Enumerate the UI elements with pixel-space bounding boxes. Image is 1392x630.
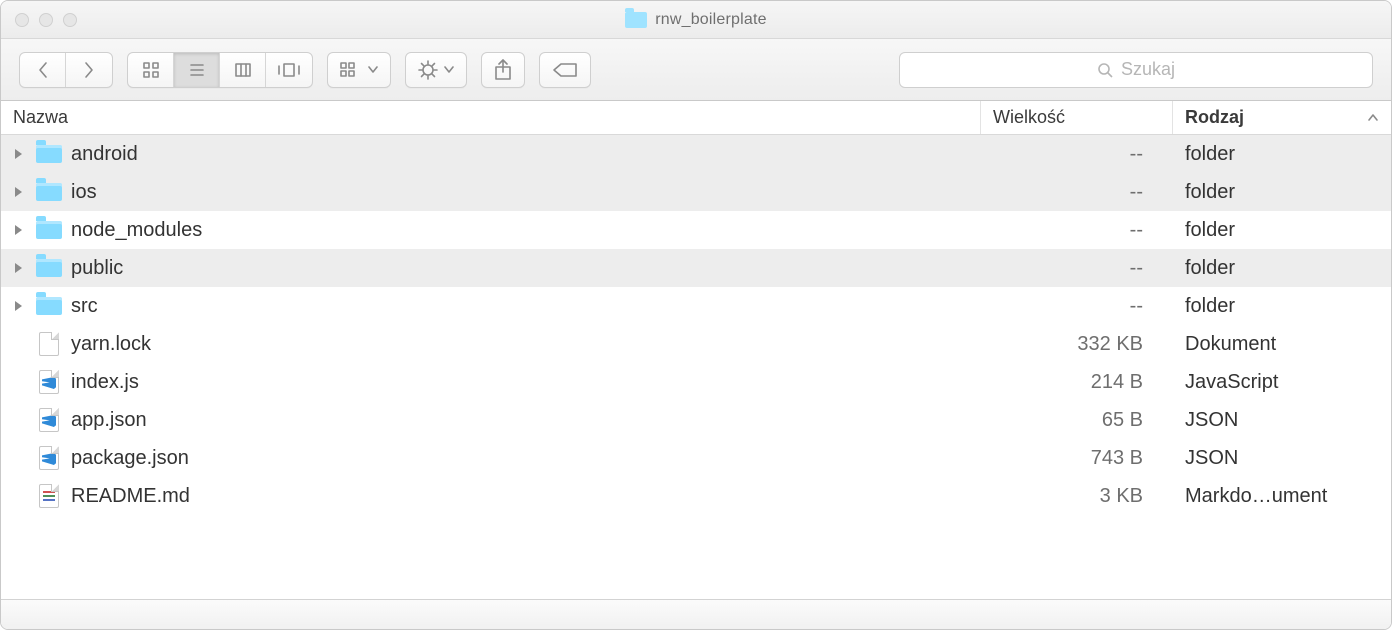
disclosure-triangle[interactable] bbox=[1, 186, 35, 198]
file-row[interactable]: package.json743 BJSON bbox=[1, 439, 1391, 477]
back-button[interactable] bbox=[20, 53, 66, 87]
nav-back-forward bbox=[19, 52, 113, 88]
file-row[interactable]: index.js214 BJavaScript bbox=[1, 363, 1391, 401]
file-size: -- bbox=[981, 295, 1173, 318]
column-view-button[interactable] bbox=[220, 53, 266, 87]
file-size: 65 B bbox=[981, 409, 1173, 432]
code-file-icon bbox=[35, 370, 63, 394]
folder-icon bbox=[625, 12, 647, 28]
file-kind: Dokument bbox=[1173, 333, 1391, 356]
file-kind: folder bbox=[1173, 295, 1391, 318]
finder-window: rnw_boilerplate bbox=[0, 0, 1392, 630]
file-name: src bbox=[71, 295, 981, 318]
file-row[interactable]: public--folder bbox=[1, 249, 1391, 287]
file-kind: folder bbox=[1173, 257, 1391, 280]
file-row[interactable]: README.md3 KBMarkdo…ument bbox=[1, 477, 1391, 515]
file-row[interactable]: app.json65 BJSON bbox=[1, 401, 1391, 439]
file-kind: JSON bbox=[1173, 447, 1391, 470]
close-window-button[interactable] bbox=[15, 13, 29, 27]
file-name: README.md bbox=[71, 485, 981, 508]
file-size: -- bbox=[981, 143, 1173, 166]
file-size: -- bbox=[981, 257, 1173, 280]
file-row[interactable]: node_modules--folder bbox=[1, 211, 1391, 249]
file-size: 214 B bbox=[981, 371, 1173, 394]
column-header-name[interactable]: Nazwa bbox=[1, 101, 981, 134]
minimize-window-button[interactable] bbox=[39, 13, 53, 27]
tags-button[interactable] bbox=[539, 52, 591, 88]
action-button[interactable] bbox=[405, 52, 467, 88]
chevron-up-icon bbox=[1367, 107, 1379, 128]
file-kind: folder bbox=[1173, 219, 1391, 242]
share-button[interactable] bbox=[481, 52, 525, 88]
document-icon bbox=[35, 332, 63, 356]
file-name: package.json bbox=[71, 447, 981, 470]
search-field[interactable]: Szukaj bbox=[899, 52, 1373, 88]
file-name: ios bbox=[71, 181, 981, 204]
file-row[interactable]: android--folder bbox=[1, 135, 1391, 173]
file-kind: Markdo…ument bbox=[1173, 485, 1391, 508]
code-file-icon bbox=[35, 408, 63, 432]
disclosure-triangle[interactable] bbox=[1, 224, 35, 236]
file-size: -- bbox=[981, 219, 1173, 242]
markdown-file-icon bbox=[35, 484, 63, 508]
file-row[interactable]: yarn.lock332 KBDokument bbox=[1, 325, 1391, 363]
forward-button[interactable] bbox=[66, 53, 112, 87]
file-name: android bbox=[71, 143, 981, 166]
list-view-button[interactable] bbox=[174, 53, 220, 87]
column-header-kind[interactable]: Rodzaj bbox=[1173, 101, 1391, 134]
file-name: app.json bbox=[71, 409, 981, 432]
disclosure-triangle[interactable] bbox=[1, 148, 35, 160]
file-kind: JSON bbox=[1173, 409, 1391, 432]
column-header-size[interactable]: Wielkość bbox=[981, 101, 1173, 134]
zoom-window-button[interactable] bbox=[63, 13, 77, 27]
file-size: 743 B bbox=[981, 447, 1173, 470]
folder-icon bbox=[35, 256, 63, 280]
folder-icon bbox=[35, 180, 63, 204]
folder-icon bbox=[35, 294, 63, 318]
toolbar: Szukaj bbox=[1, 39, 1391, 101]
disclosure-triangle[interactable] bbox=[1, 262, 35, 274]
search-placeholder: Szukaj bbox=[1121, 59, 1175, 80]
file-row[interactable]: ios--folder bbox=[1, 173, 1391, 211]
folder-icon bbox=[35, 142, 63, 166]
disclosure-triangle[interactable] bbox=[1, 300, 35, 312]
window-title: rnw_boilerplate bbox=[655, 11, 767, 29]
folder-icon bbox=[35, 218, 63, 242]
file-name: index.js bbox=[71, 371, 981, 394]
file-size: 3 KB bbox=[981, 485, 1173, 508]
file-name: yarn.lock bbox=[71, 333, 981, 356]
status-bar bbox=[1, 599, 1391, 629]
arrange-button[interactable] bbox=[327, 52, 391, 88]
column-headers: Nazwa Wielkość Rodzaj bbox=[1, 101, 1391, 135]
file-row[interactable]: src--folder bbox=[1, 287, 1391, 325]
icon-view-button[interactable] bbox=[128, 53, 174, 87]
file-list[interactable]: android--folderios--foldernode_modules--… bbox=[1, 135, 1391, 599]
window-controls bbox=[15, 13, 77, 27]
file-kind: folder bbox=[1173, 143, 1391, 166]
file-size: 332 KB bbox=[981, 333, 1173, 356]
file-size: -- bbox=[981, 181, 1173, 204]
file-name: public bbox=[71, 257, 981, 280]
titlebar: rnw_boilerplate bbox=[1, 1, 1391, 39]
file-name: node_modules bbox=[71, 219, 981, 242]
view-mode-segmented bbox=[127, 52, 313, 88]
code-file-icon bbox=[35, 446, 63, 470]
file-kind: JavaScript bbox=[1173, 371, 1391, 394]
file-kind: folder bbox=[1173, 181, 1391, 204]
gallery-view-button[interactable] bbox=[266, 53, 312, 87]
